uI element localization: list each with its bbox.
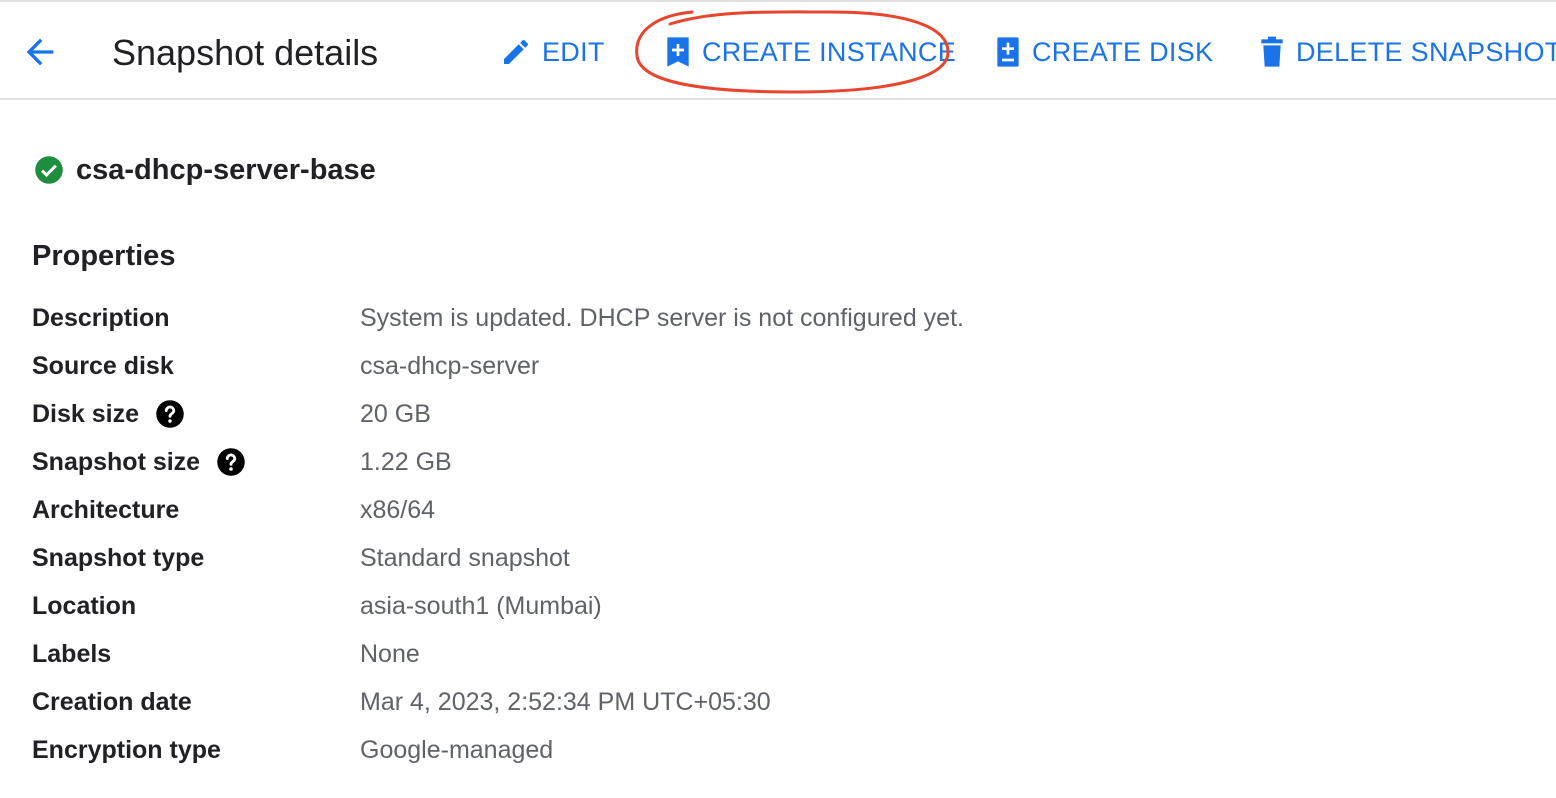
properties-heading: Properties [32,240,176,272]
property-value: asia-south1 (Mumbai) [360,591,602,620]
property-value: csa-dhcp-server [360,351,540,380]
property-row-disk-size: Disk size 20 GB [32,394,1232,442]
property-value: x86/64 [360,495,436,524]
trash-icon [1261,36,1283,67]
property-value: 20 GB [360,399,431,428]
property-label-wrap: Disk size [32,394,185,434]
property-label: Disk size [32,399,140,428]
page-header: Snapshot details EDIT CREATE INSTANCE CR… [0,4,1556,100]
create-instance-button[interactable]: CREATE INSTANCE [664,34,956,70]
help-icon[interactable] [216,447,246,477]
arrow-back-icon [26,38,54,66]
help-icon[interactable] [155,399,185,429]
create-disk-label: CREATE DISK [1032,36,1214,67]
property-row-snapshot-size: Snapshot size 1.22 GB [32,442,1232,490]
property-value: None [360,639,420,668]
property-row-creation-date: Creation date Mar 4, 2023, 2:52:34 PM UT… [32,682,1232,730]
property-label: Creation date [32,687,192,716]
property-label: Labels [32,639,112,668]
property-label: Encryption type [32,735,221,764]
back-button[interactable] [20,32,60,72]
resource-heading: csa-dhcp-server-base [34,152,376,188]
property-value: Google-managed [360,735,554,764]
property-value: System is updated. DHCP server is not co… [360,303,964,332]
property-row-snapshot-type: Snapshot type Standard snapshot [32,538,1232,586]
edit-button[interactable]: EDIT [500,34,605,70]
property-label: Snapshot type [32,543,205,572]
property-label: Description [32,303,170,332]
property-row-architecture: Architecture x86/64 [32,490,1232,538]
property-row-encryption-type: Encryption type Google-managed [32,730,1232,778]
property-row-location: Location asia-south1 (Mumbai) [32,586,1232,634]
property-label: Architecture [32,495,180,524]
edit-label: EDIT [542,36,605,67]
delete-snapshot-label: DELETE SNAPSHOT [1296,36,1556,67]
add-instance-icon [667,37,689,67]
delete-snapshot-button[interactable]: DELETE SNAPSHOT [1258,34,1556,70]
property-row-labels: Labels None [32,634,1232,682]
property-label: Source disk [32,351,174,380]
pencil-icon [504,39,529,64]
property-label: Location [32,591,137,620]
property-value: 1.22 GB [360,447,452,476]
property-value: Mar 4, 2023, 2:52:34 PM UTC+05:30 [360,687,771,716]
property-value: Standard snapshot [360,543,570,572]
property-label: Snapshot size [32,447,201,476]
snapshot-name: csa-dhcp-server-base [76,153,376,186]
check-circle-icon [35,156,63,184]
add-disk-icon [997,37,1019,67]
create-instance-label: CREATE INSTANCE [702,36,957,67]
properties-list: Description System is updated. DHCP serv… [32,298,1232,778]
page-title: Snapshot details [112,32,379,73]
property-label-wrap: Snapshot size [32,442,246,482]
property-row-description: Description System is updated. DHCP serv… [32,298,1232,346]
create-disk-button[interactable]: CREATE DISK [994,34,1213,70]
property-row-source-disk: Source disk csa-dhcp-server [32,346,1232,394]
